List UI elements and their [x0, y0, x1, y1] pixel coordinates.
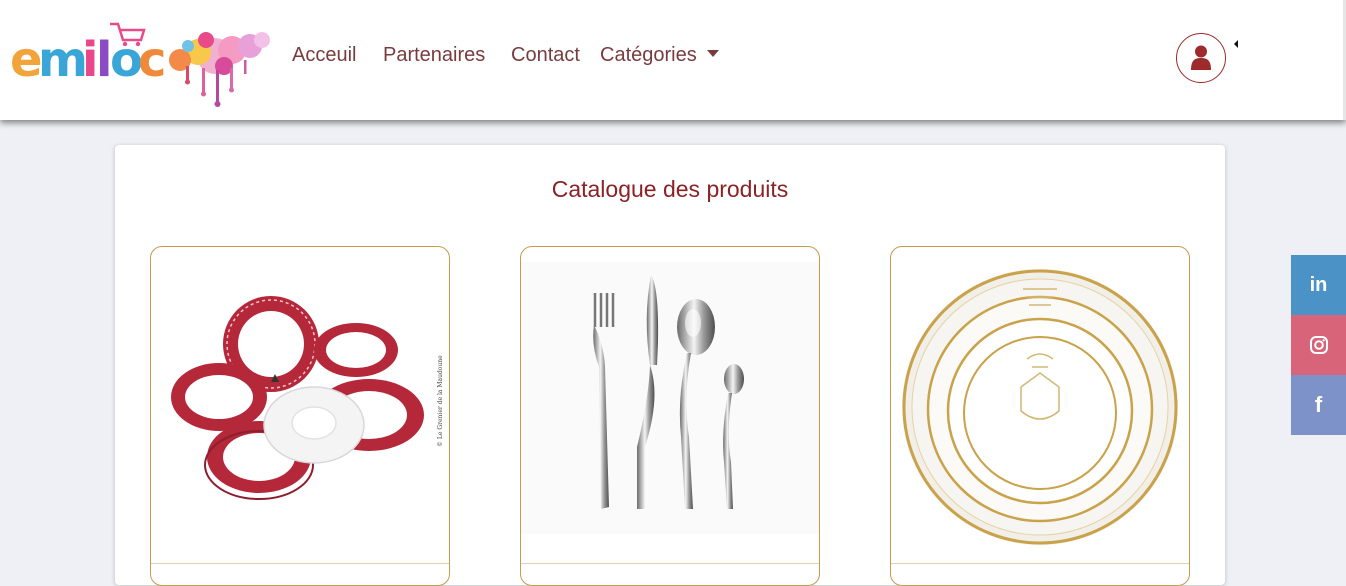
nav-categories-label: Catégories	[600, 44, 697, 66]
linkedin-icon: in	[1309, 273, 1328, 296]
nav-contact[interactable]: Contact	[511, 44, 580, 67]
nav-acceuil[interactable]: Acceuil	[292, 44, 356, 67]
product-image-cutlery	[521, 262, 819, 534]
navbar: e m i l o c Acceuil Partenaires Contact …	[0, 0, 1346, 120]
user-icon	[1191, 45, 1211, 70]
card-divider	[151, 563, 449, 564]
svg-text:m: m	[38, 32, 88, 88]
linkedin-button[interactable]: in	[1291, 255, 1346, 315]
instagram-button[interactable]	[1291, 315, 1346, 375]
catalog-panel: Catalogue des produits © Le Grenier de l…	[115, 145, 1225, 586]
nav-categories-dropdown[interactable]: Catégories	[600, 44, 719, 67]
svg-text:c: c	[138, 32, 166, 88]
caret-left-icon[interactable]	[1234, 40, 1238, 48]
facebook-icon: f	[1314, 392, 1323, 417]
product-card[interactable]	[520, 246, 820, 586]
emiloc-logo[interactable]: e m i l o c	[10, 20, 272, 108]
instagram-icon	[1309, 336, 1328, 354]
image-caption: © Le Grenier de la Maudoune	[437, 355, 444, 447]
product-image-plates: © Le Grenier de la Maudoune	[171, 296, 444, 500]
card-divider	[891, 563, 1189, 564]
product-card[interactable]	[890, 246, 1190, 586]
nav-partenaires[interactable]: Partenaires	[383, 44, 485, 67]
product-card[interactable]: © Le Grenier de la Maudoune	[150, 246, 450, 586]
user-account-button[interactable]	[1176, 33, 1226, 83]
caret-down-icon	[706, 50, 719, 57]
facebook-button[interactable]: f	[1291, 375, 1346, 435]
product-image-gold-plates	[902, 269, 1178, 545]
card-divider	[521, 563, 819, 564]
page-title: Catalogue des produits	[551, 176, 789, 202]
